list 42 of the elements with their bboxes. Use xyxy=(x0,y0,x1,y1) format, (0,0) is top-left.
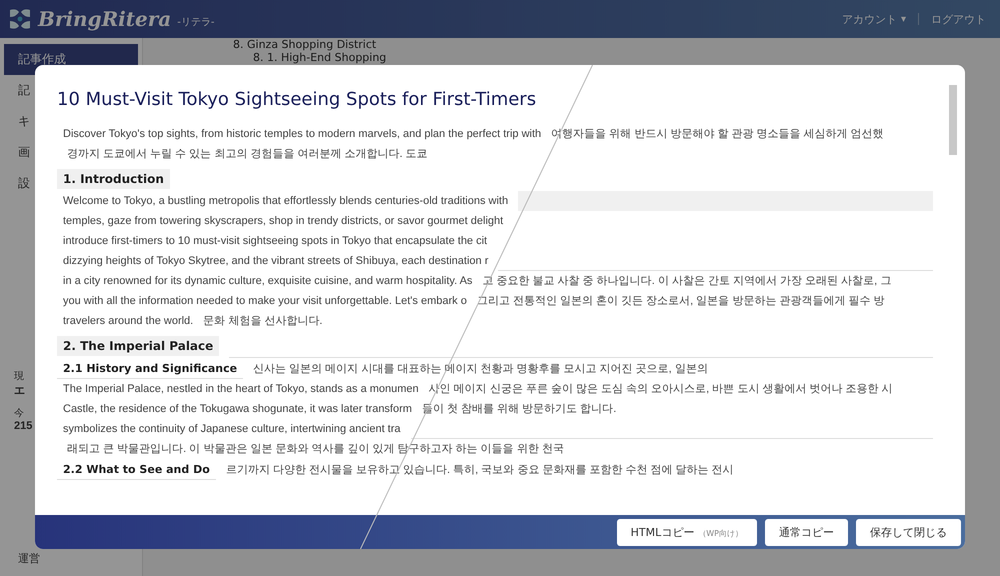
body-text: travelers around the world. xyxy=(62,314,194,329)
subsection-heading: 2.1 History and Significance xyxy=(57,358,244,379)
body-text: Discover Tokyo's top sights, from historic temples to modern marvels, and plan the perfect trip with xyxy=(62,127,542,142)
body-text: you with all the information needed to make your visit unforgettable. Let's embark o xyxy=(62,294,467,309)
body-text: 여행자들을 위해 반드시 방문해야 할 관광 명소들을 세심하게 엄선했 xyxy=(551,127,884,141)
body-text: 그리고 전통적인 일본의 혼이 깃든 장소로서, 일본을 방문하는 관광객들에게 필수 방 xyxy=(476,294,884,308)
section-heading: 2. The Imperial Palace xyxy=(57,336,220,356)
account-menu[interactable]: アカウント xyxy=(842,12,897,26)
body-text: 문화 체험을 선사합니다. xyxy=(203,314,322,328)
body-text: 신사는 일본의 메이지 시대를 대표하는 메이지 천황과 명황후를 모시고 지어진 곳으로, 일본의 xyxy=(253,362,708,376)
action-button[interactable]: 保存して閉じる xyxy=(856,518,961,546)
logo-subtitle: -リテラ- xyxy=(177,16,214,28)
action-button[interactable]: 通常コピー xyxy=(765,518,848,546)
body-text: 경까지 도쿄에서 누릴 수 있는 최고의 경험들을 여러분께 소개합니다. 도쿄 xyxy=(67,147,428,161)
logo-icon xyxy=(8,7,32,31)
body-text: symbolizes the continuity of Japanese culture, intertwining ancient tra xyxy=(62,422,401,437)
sidebar-link[interactable]: 運営 xyxy=(4,547,138,570)
logo-text: BringRitera xyxy=(38,7,172,31)
caret-icon[interactable]: ▾ xyxy=(900,14,906,24)
outline-item: 8. 1. High-End Shopping xyxy=(252,52,388,64)
logout-link[interactable]: ログアウト xyxy=(931,12,986,26)
article-title: 10 Must-Visit Tokyo Sightseeing Spots for First-Timers xyxy=(57,89,538,110)
body-text: 들이 첫 참배를 위해 방문하기도 합니다. xyxy=(422,402,616,416)
subsection-heading: 2.2 What to See and Do xyxy=(57,459,216,480)
body-text: temples, gaze from towering skyscrapers, shop in trendy districts, or savor gourmet delight xyxy=(62,214,504,229)
body-text: Welcome to Tokyo, a bustling metropolis that effortlessly blends centuries-old traditions with xyxy=(62,194,508,209)
body-text: 사인 메이지 신궁은 푸른 숲이 많은 도심 속의 오아시스로, 바쁜 도시 생활에서 벗어나 조용한 시 xyxy=(428,382,893,396)
body-text: 르기까지 다양한 전시물을 보유하고 있습니다. 특히, 국보와 중요 문화재를 포함한 수천 점에 달하는 전시 xyxy=(226,462,734,476)
section-heading: 1. Introduction xyxy=(57,169,170,189)
body-text: in a city renowned for its dynamic culture, exquisite cuisine, and warm hospitality. As xyxy=(62,274,472,289)
body-text: Castle, the residence of the Tokugawa shogunate, it was later transform xyxy=(62,402,412,417)
stat-label: 現 xyxy=(14,370,24,383)
body-text: 래되고 큰 박물관입니다. 이 박물관은 일본 문화와 역사를 깊이 있게 탐구하고자 하는 이들을 위한 천국 xyxy=(67,442,564,456)
body-text: introduce first-timers to 10 must-visit sightseeing spots in Tokyo that encapsulate the cit xyxy=(62,234,488,249)
outline-item: 8. Ginza Shopping District xyxy=(233,39,378,51)
body-text: 고 중요한 불교 사찰 중 하나입니다. 이 사찰은 간토 지역에서 가장 오래된 사찰로, 그 xyxy=(482,274,892,288)
body-text: The Imperial Palace, nestled in the heart of Tokyo, stands as a monumen xyxy=(62,382,419,397)
stat-value: エ xyxy=(14,384,25,398)
action-button[interactable]: HTMLコピー （WP向け） xyxy=(616,518,757,546)
stat-value: 215 xyxy=(14,420,32,432)
stat-label: 今 xyxy=(14,407,24,420)
body-text: dizzying heights of Tokyo Skytree, and the vibrant streets of Shibuya, each destination r xyxy=(62,254,488,269)
